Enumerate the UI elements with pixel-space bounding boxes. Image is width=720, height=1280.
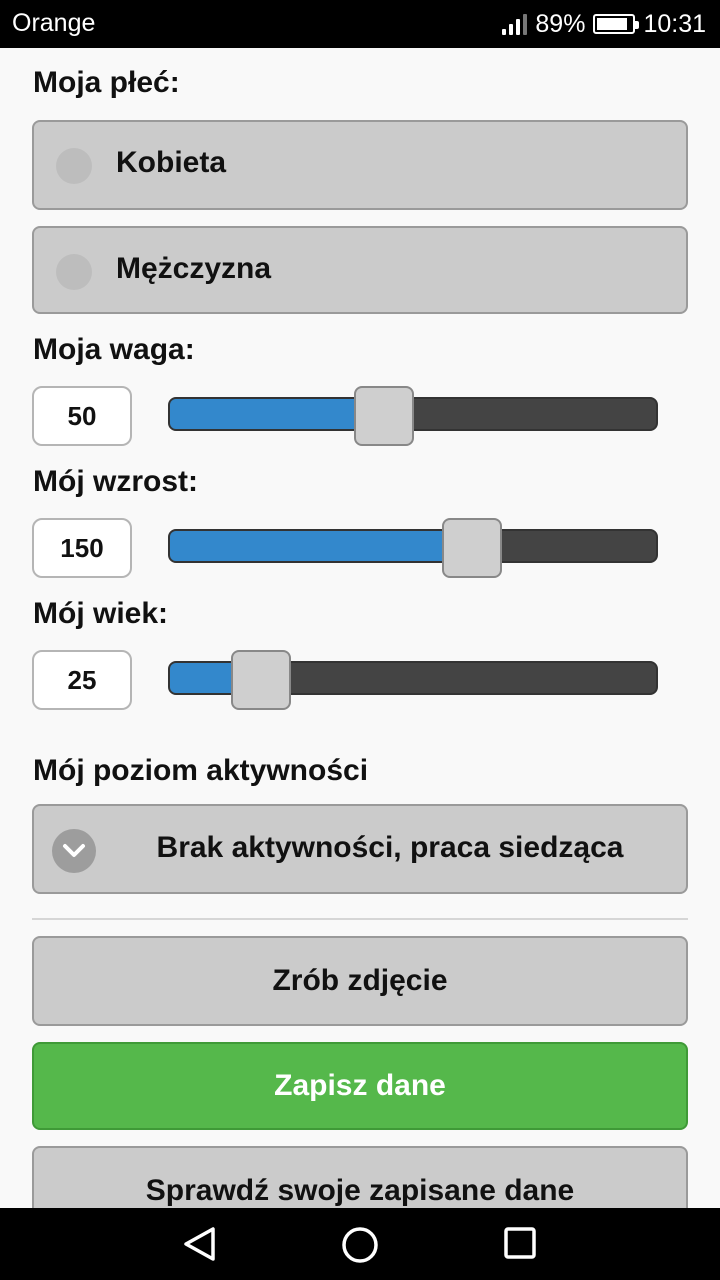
battery-icon — [593, 14, 640, 34]
gender-option-label: Mężczyzna — [116, 252, 272, 285]
height-input[interactable]: 150 — [32, 518, 132, 578]
chevron-down-icon — [52, 829, 96, 873]
clock: 10:31 — [643, 9, 706, 38]
weight-slider-fill — [170, 399, 384, 429]
gender-label: Moja płeć: — [33, 66, 180, 99]
carrier-name: Orange — [12, 9, 96, 37]
gender-option-label: Kobieta — [116, 146, 227, 179]
check-saved-data-button[interactable]: Sprawdź swoje zapisane dane — [32, 1146, 688, 1208]
age-slider-thumb[interactable] — [231, 650, 291, 710]
battery-percent: 89% — [535, 9, 586, 38]
age-input[interactable]: 25 — [32, 650, 132, 710]
age-label: Mój wiek: — [33, 597, 169, 630]
weight-label: Moja waga: — [33, 333, 195, 366]
weight-input[interactable]: 50 — [32, 386, 132, 446]
back-icon[interactable] — [182, 1226, 218, 1262]
activity-selected-value: Brak aktywności, praca siedząca — [156, 831, 624, 864]
home-icon[interactable] — [341, 1226, 379, 1264]
divider — [32, 918, 688, 920]
weight-slider-thumb[interactable] — [354, 386, 414, 446]
gender-option-male[interactable]: Mężczyzna — [32, 226, 688, 314]
status-icons: 89% 10:31 — [502, 0, 706, 48]
navigation-bar — [0, 1208, 720, 1280]
height-label: Mój wzrost: — [33, 465, 198, 498]
activity-select[interactable]: Brak aktywności, praca siedząca — [32, 804, 688, 894]
height-slider-fill — [170, 531, 472, 561]
radio-icon[interactable] — [56, 148, 92, 184]
recents-icon[interactable] — [503, 1226, 537, 1260]
form-content[interactable]: Moja płeć: Kobieta Mężczyzna Moja waga: … — [0, 48, 720, 1208]
status-bar: Orange 89% 10:31 — [0, 0, 720, 48]
signal-icon — [502, 13, 528, 35]
battery-level — [597, 18, 628, 30]
height-slider-thumb[interactable] — [442, 518, 502, 578]
gender-option-female[interactable]: Kobieta — [32, 120, 688, 210]
save-data-button[interactable]: Zapisz dane — [32, 1042, 688, 1130]
height-slider-track[interactable] — [168, 529, 658, 563]
radio-icon[interactable] — [56, 254, 92, 290]
activity-label: Mój poziom aktywności — [33, 754, 369, 787]
take-photo-button[interactable]: Zrób zdjęcie — [32, 936, 688, 1026]
